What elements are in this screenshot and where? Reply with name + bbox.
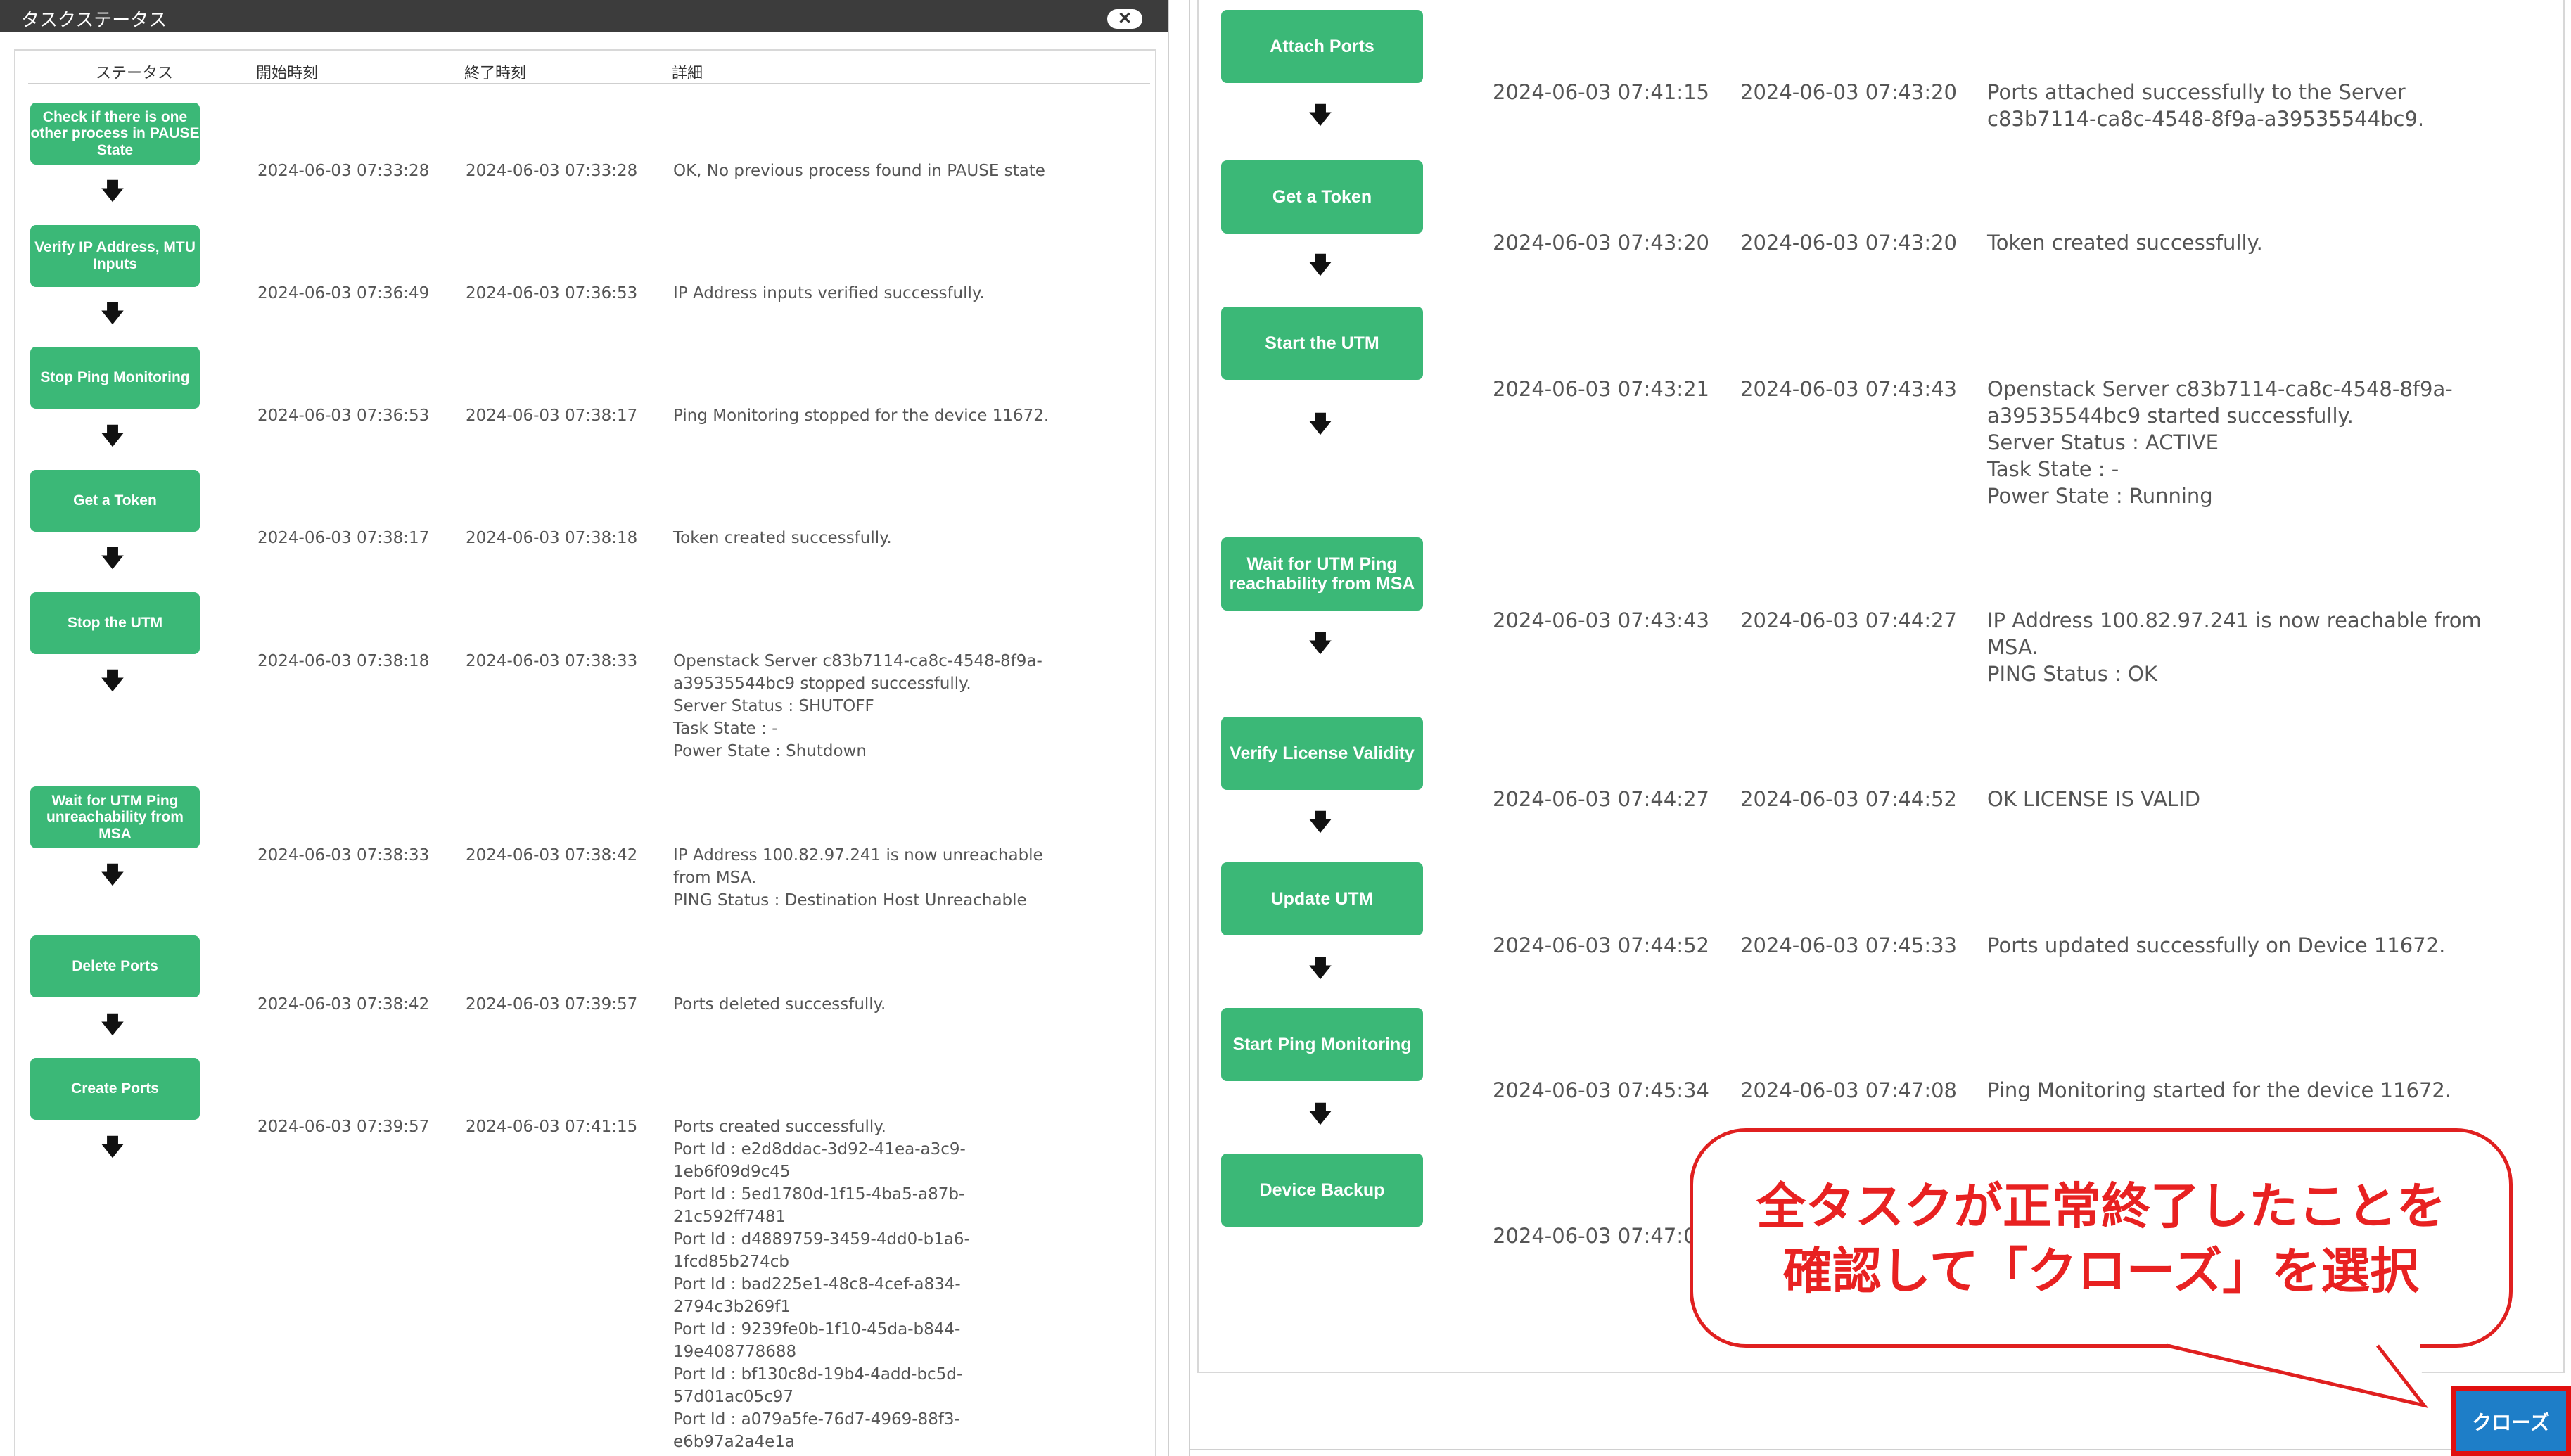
detail-text: Ports created successfully. Port Id : e2…: [673, 1118, 970, 1451]
end-time: 2024-06-03 07:36:53: [466, 284, 638, 302]
step-create-ports-button: Create Ports: [30, 1058, 200, 1120]
end-time: 2024-06-03 07:43:20: [1740, 80, 1957, 104]
start-time: 2024-06-03 07:33:28: [257, 162, 430, 180]
step-get-token-button: Get a Token: [30, 470, 200, 532]
start-time: 2024-06-03 07:43:20: [1493, 231, 1709, 255]
start-time: 2024-06-03 07:36:53: [257, 407, 430, 425]
start-time: 2024-06-03 07:38:17: [257, 529, 430, 547]
detail-text: OK LICENSE IS VALID: [1987, 787, 2201, 811]
step-verify-ip-button: Verify IP Address, MTU Inputs: [30, 225, 200, 287]
start-time: 2024-06-03 07:44:52: [1493, 933, 1709, 957]
arrow-down-icon: 🡇: [1308, 808, 1333, 836]
step-get-token-button: Get a Token: [1221, 160, 1423, 234]
arrow-down-icon: 🡇: [1308, 630, 1333, 658]
start-time: 2024-06-03 07:38:18: [257, 652, 430, 670]
end-time: 2024-06-03 07:33:28: [466, 162, 638, 180]
step-wait-unreachable-button: Wait for UTM Ping unreachability from MS…: [30, 786, 200, 848]
end-time: 2024-06-03 07:38:33: [466, 652, 638, 670]
instruction-callout: 全タスクが正常終了したことを 確認して「クローズ」を選択: [1690, 1128, 2513, 1348]
step-delete-ports-button: Delete Ports: [30, 935, 200, 997]
arrow-down-icon: 🡇: [1308, 1100, 1333, 1128]
end-time: 2024-06-03 07:43:43: [1740, 377, 1957, 401]
arrow-down-icon: 🡇: [100, 422, 125, 450]
start-time: 2024-06-03 07:39:57: [257, 1118, 430, 1136]
end-time: 2024-06-03 07:38:17: [466, 407, 638, 425]
arrow-down-icon: 🡇: [100, 667, 125, 695]
step-start-utm-button: Start the UTM: [1221, 307, 1423, 380]
detail-text: Token created successfully.: [673, 529, 892, 547]
step-device-backup-button: Device Backup: [1221, 1154, 1423, 1227]
arrow-down-icon: 🡇: [100, 544, 125, 573]
header-divider: [28, 83, 1150, 84]
column-header-end: 終了時刻: [464, 64, 527, 82]
end-time: 2024-06-03 07:38:18: [466, 529, 638, 547]
detail-text: Ports updated successfully on Device 116…: [1987, 933, 2446, 957]
end-time: 2024-06-03 07:44:27: [1740, 608, 1957, 632]
end-time: 2024-06-03 07:45:33: [1740, 933, 1957, 957]
step-attach-ports-button: Attach Ports: [1221, 10, 1423, 83]
detail-text: Token created successfully.: [1987, 231, 2263, 255]
start-time: 2024-06-03 07:45:34: [1493, 1078, 1709, 1102]
detail-text: Ports attached successfully to the Serve…: [1987, 80, 2425, 131]
arrow-down-icon: 🡇: [1308, 101, 1333, 129]
column-header-detail: 詳細: [672, 64, 703, 82]
detail-text: IP Address 100.82.97.241 is now unreacha…: [673, 846, 1043, 909]
end-time: 2024-06-03 07:44:52: [1740, 787, 1957, 811]
detail-text: Openstack Server c83b7114-ca8c-4548-8f9a…: [673, 652, 1042, 760]
end-time: 2024-06-03 07:39:57: [466, 995, 638, 1014]
detail-text: Ping Monitoring started for the device 1…: [1987, 1078, 2452, 1102]
detail-text: IP Address 100.82.97.241 is now reachabl…: [1987, 608, 2482, 686]
detail-text: Ping Monitoring stopped for the device 1…: [673, 407, 1050, 425]
detail-text: Openstack Server c83b7114-ca8c-4548-8f9a…: [1987, 377, 2453, 508]
start-time: 2024-06-03 07:44:27: [1493, 787, 1709, 811]
start-time: 2024-06-03 07:47:0: [1493, 1224, 1697, 1248]
column-header-start: 開始時刻: [256, 64, 319, 82]
footer-divider: [1190, 1449, 2571, 1450]
step-wait-reachable-button: Wait for UTM Ping reachability from MSA: [1221, 537, 1423, 611]
step-start-ping-button: Start Ping Monitoring: [1221, 1008, 1423, 1081]
dialog-title: タスクステータス: [21, 9, 167, 30]
detail-text: OK, No previous process found in PAUSE s…: [673, 162, 1045, 180]
start-time: 2024-06-03 07:43:43: [1493, 608, 1709, 632]
arrow-down-icon: 🡇: [1308, 410, 1333, 438]
start-time: 2024-06-03 07:43:21: [1493, 377, 1709, 401]
arrow-down-icon: 🡇: [1308, 251, 1333, 279]
column-header-status: ステータス: [96, 64, 174, 82]
start-time: 2024-06-03 07:41:15: [1493, 80, 1709, 104]
callout-text: 全タスクが正常終了したことを 確認して「クローズ」を選択: [1756, 1177, 2446, 1300]
detail-text: IP Address inputs verified successfully.: [673, 284, 985, 302]
arrow-down-icon: 🡇: [100, 1133, 125, 1161]
step-check-pause-button: Check if there is one other process in P…: [30, 103, 200, 165]
step-stop-utm-button: Stop the UTM: [30, 592, 200, 654]
arrow-down-icon: 🡇: [100, 177, 125, 205]
step-stop-ping-button: Stop Ping Monitoring: [30, 347, 200, 409]
step-update-utm-button: Update UTM: [1221, 862, 1423, 935]
close-icon[interactable]: ✕: [1107, 9, 1142, 29]
start-time: 2024-06-03 07:38:33: [257, 846, 430, 864]
task-status-dialog-left: タスクステータス ✕ ステータス 開始時刻 終了時刻 詳細 Check if t…: [0, 0, 1169, 1456]
dialog-titlebar: タスクステータス ✕: [0, 0, 1168, 32]
arrow-down-icon: 🡇: [100, 861, 125, 889]
end-time: 2024-06-03 07:38:42: [466, 846, 638, 864]
arrow-down-icon: 🡇: [100, 1011, 125, 1039]
close-button[interactable]: クローズ: [2451, 1386, 2571, 1456]
end-time: 2024-06-03 07:41:15: [466, 1118, 638, 1136]
end-time: 2024-06-03 07:43:20: [1740, 231, 1957, 255]
start-time: 2024-06-03 07:38:42: [257, 995, 430, 1014]
arrow-down-icon: 🡇: [1308, 954, 1333, 983]
detail-text: Ports deleted successfully.: [673, 995, 886, 1014]
arrow-down-icon: 🡇: [100, 300, 125, 328]
step-verify-license-button: Verify License Validity: [1221, 717, 1423, 790]
end-time: 2024-06-03 07:47:08: [1740, 1078, 1957, 1102]
start-time: 2024-06-03 07:36:49: [257, 284, 430, 302]
